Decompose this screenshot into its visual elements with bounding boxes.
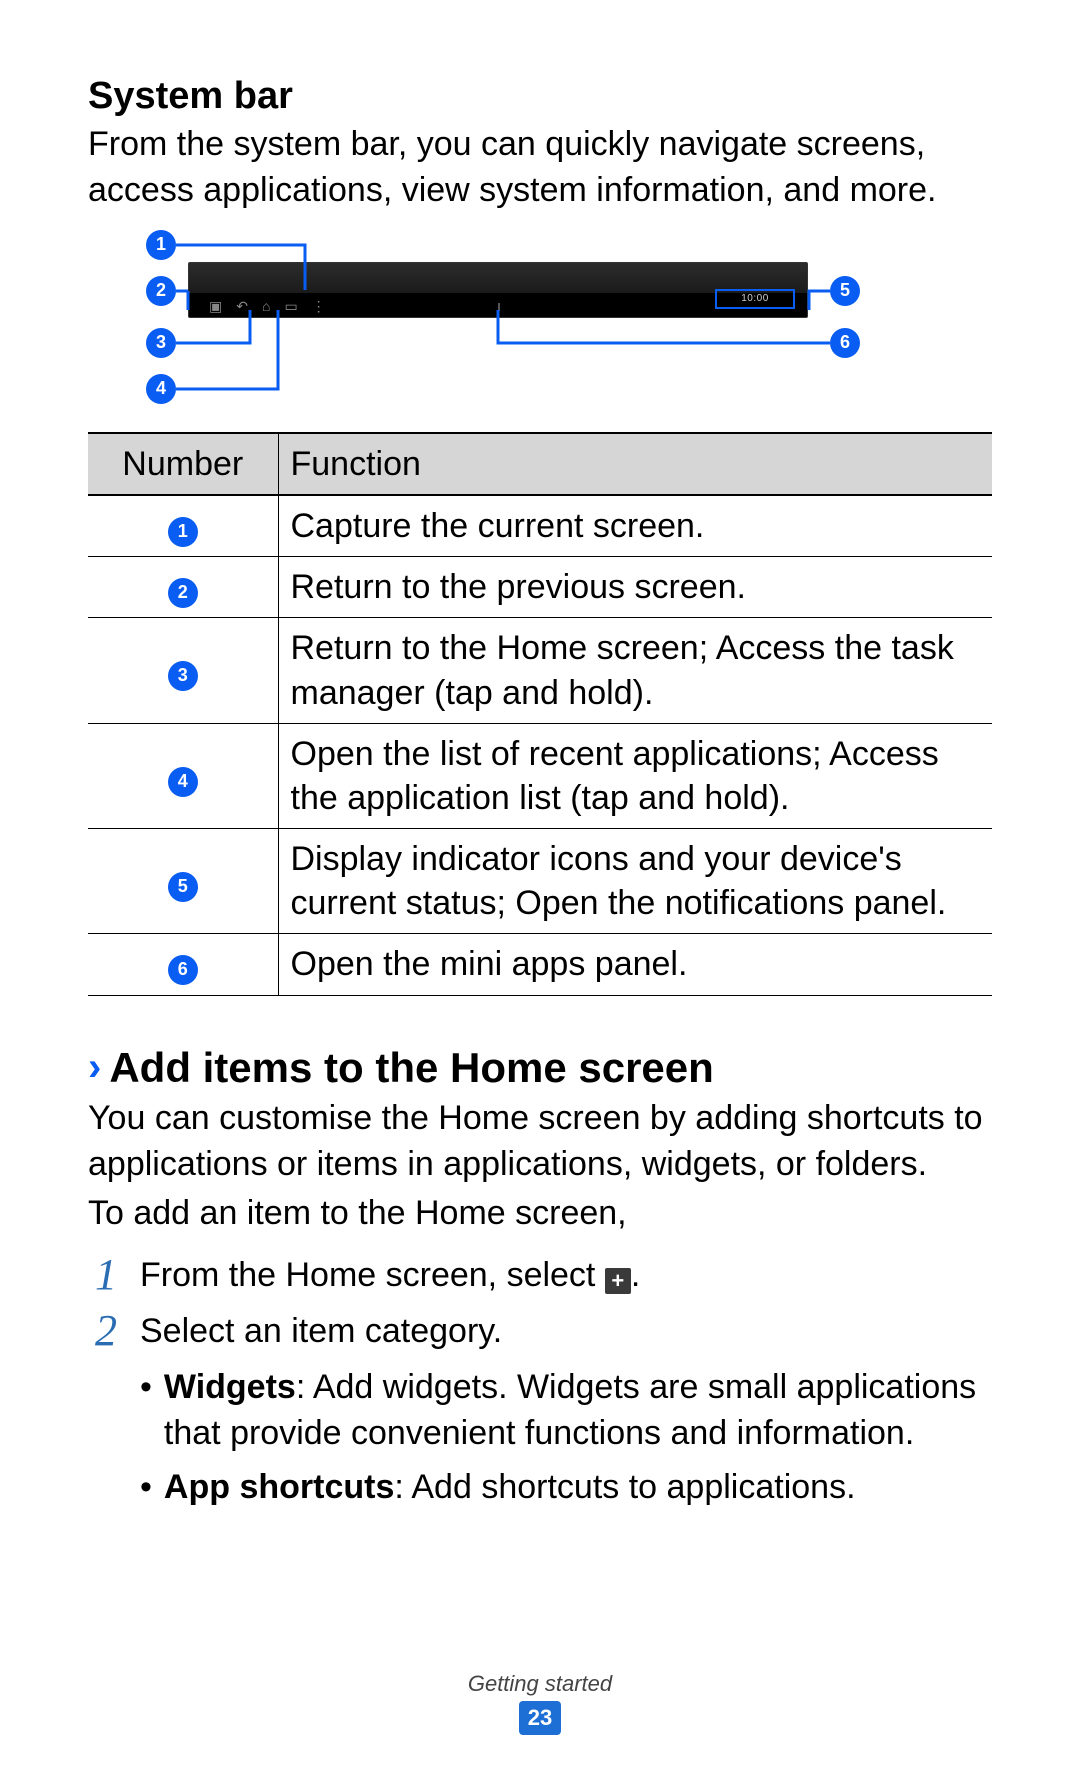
table-row: 1 Capture the current screen. (88, 495, 992, 557)
bullet-bold: Widgets (164, 1368, 296, 1406)
subsection-heading: › Add items to the Home screen (88, 1044, 992, 1092)
row-number-icon: 5 (168, 872, 198, 902)
footer-section-name: Getting started (0, 1671, 1080, 1697)
bullet-rest: : Add shortcuts to applications. (394, 1468, 855, 1506)
system-bar-diagram: ▣ ↶ ⌂ ▭ ⋮ 10:00 1 2 3 4 5 6 (138, 232, 858, 412)
callout-number-1: 1 (146, 230, 176, 260)
table-header-row: Number Function (88, 433, 992, 495)
home-icon: ⌂ (262, 299, 270, 313)
bullet-list: Widgets: Add widgets. Widgets are small … (140, 1365, 992, 1511)
steps-list: 1 From the Home screen, select +. 2 Sele… (88, 1253, 992, 1355)
table-row: 5 Display indicator icons and your device… (88, 829, 992, 934)
header-function: Function (278, 433, 992, 495)
mini-apps-handle (498, 303, 500, 311)
table-row: 2 Return to the previous screen. (88, 557, 992, 618)
step-text: Select an item category. (140, 1309, 992, 1355)
extra-icon: ⋮ (312, 299, 326, 313)
nav-icons-group: ▣ ↶ ⌂ ▭ ⋮ (209, 299, 326, 313)
bullet-item: Widgets: Add widgets. Widgets are small … (140, 1365, 992, 1457)
table-row: 4 Open the list of recent applications; A… (88, 723, 992, 828)
header-number: Number (88, 433, 278, 495)
subsection-title: Add items to the Home screen (109, 1044, 713, 1092)
row-function: Capture the current screen. (278, 495, 992, 557)
page-number-badge: 23 (519, 1701, 561, 1735)
callout-number-2: 2 (146, 276, 176, 306)
row-number-icon: 1 (168, 517, 198, 547)
step-number: 1 (88, 1253, 124, 1297)
step-text-after: . (631, 1256, 640, 1294)
table-row: 3 Return to the Home screen; Access the t… (88, 618, 992, 723)
bullet-item: App shortcuts: Add shortcuts to applicat… (140, 1465, 992, 1511)
step-item: 2 Select an item category. (88, 1309, 992, 1355)
capture-icon: ▣ (209, 299, 222, 313)
status-area: 10:00 (715, 289, 795, 309)
step-item: 1 From the Home screen, select +. (88, 1253, 992, 1299)
page-footer: Getting started 23 (0, 1671, 1080, 1735)
callout-number-4: 4 (146, 374, 176, 404)
row-number-icon: 2 (168, 578, 198, 608)
section-title: System bar (88, 75, 992, 118)
callout-number-6: 6 (830, 328, 860, 358)
row-number-icon: 4 (168, 767, 198, 797)
bullet-bold: App shortcuts (164, 1468, 394, 1506)
step-text-before: From the Home screen, select (140, 1256, 605, 1294)
row-function: Open the mini apps panel. (278, 934, 992, 995)
row-number-icon: 6 (168, 955, 198, 985)
recent-icon: ▭ (284, 299, 297, 313)
callout-number-3: 3 (146, 328, 176, 358)
function-table: Number Function 1 Capture the current scr… (88, 432, 992, 996)
table-row: 6 Open the mini apps panel. (88, 934, 992, 995)
manual-page: System bar From the system bar, you can … (0, 0, 1080, 1771)
row-function: Return to the previous screen. (278, 557, 992, 618)
step-number: 2 (88, 1309, 124, 1353)
subsection-intro: To add an item to the Home screen, (88, 1191, 992, 1237)
row-function: Open the list of recent applications; Ac… (278, 723, 992, 828)
section-description: From the system bar, you can quickly nav… (88, 122, 992, 214)
plus-icon: + (605, 1268, 631, 1294)
callout-number-5: 5 (830, 276, 860, 306)
system-bar-graphic: ▣ ↶ ⌂ ▭ ⋮ 10:00 (188, 262, 808, 318)
chevron-icon: › (88, 1045, 101, 1090)
row-function: Return to the Home screen; Access the ta… (278, 618, 992, 723)
subsection-description: You can customise the Home screen by add… (88, 1096, 992, 1188)
step-text: From the Home screen, select +. (140, 1253, 992, 1299)
back-icon: ↶ (236, 299, 248, 313)
row-number-icon: 3 (168, 661, 198, 691)
row-function: Display indicator icons and your device'… (278, 829, 992, 934)
callout-lines (138, 232, 858, 412)
